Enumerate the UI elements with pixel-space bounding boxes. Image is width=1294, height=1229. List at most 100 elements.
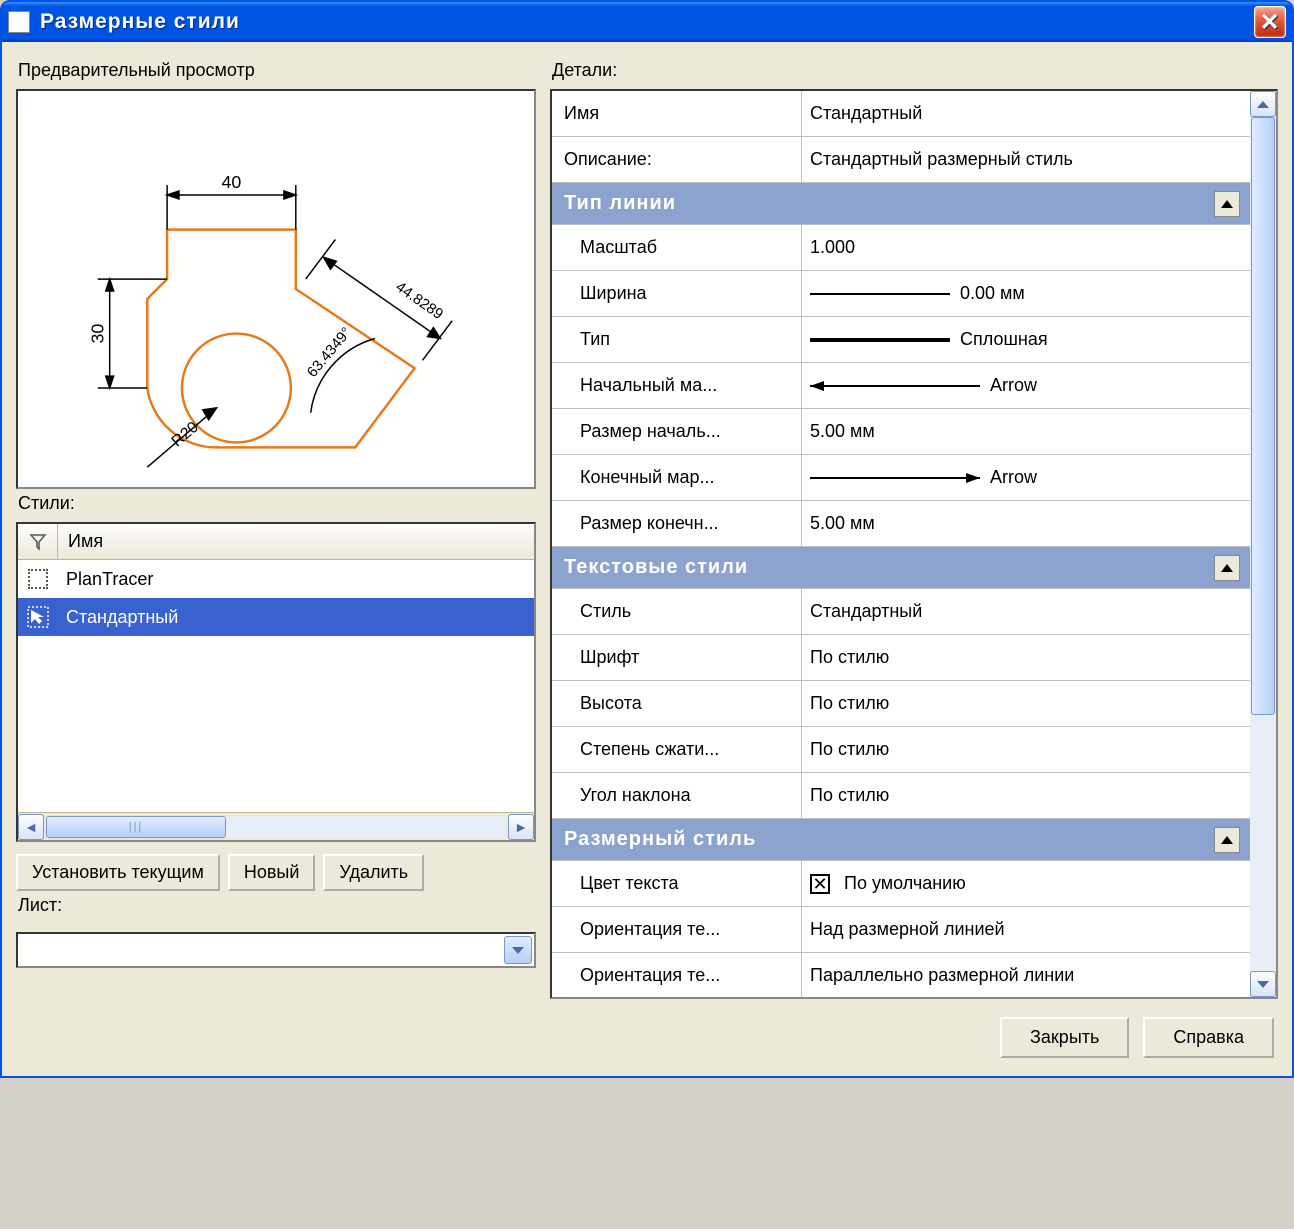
horizontal-scrollbar[interactable]: ◄ ► <box>18 812 534 840</box>
list-item-label: Стандартный <box>58 607 178 628</box>
property-group-header[interactable]: Тип линии <box>552 183 1250 225</box>
property-row[interactable]: ИмяСтандартный <box>552 91 1250 137</box>
property-group-header[interactable]: Размерный стиль <box>552 819 1250 861</box>
property-value[interactable]: ✕По умолчанию <box>802 861 1250 906</box>
property-row[interactable]: Начальный ма...Arrow <box>552 363 1250 409</box>
scroll-up-button[interactable] <box>1250 91 1276 117</box>
styles-list: Имя PlanTracer Стандартный ◄ <box>16 522 536 842</box>
titlebar[interactable]: Размерные стили ✕ <box>2 2 1292 42</box>
chevron-down-icon[interactable] <box>504 936 532 964</box>
close-button[interactable]: Закрыть <box>1000 1017 1129 1058</box>
property-row[interactable]: Ширина0.00 мм <box>552 271 1250 317</box>
set-current-button[interactable]: Установить текущим <box>16 854 220 891</box>
filter-icon[interactable] <box>18 524 58 559</box>
property-value[interactable]: По стилю <box>802 773 1250 818</box>
list-header[interactable]: Имя <box>18 524 534 560</box>
property-value[interactable]: 5.00 мм <box>802 409 1250 454</box>
property-value[interactable]: 5.00 мм <box>802 501 1250 546</box>
style-icon <box>18 606 58 628</box>
property-row[interactable]: ШрифтПо стилю <box>552 635 1250 681</box>
scroll-thumb[interactable] <box>1251 117 1275 715</box>
property-name: Начальный ма... <box>552 363 802 408</box>
details-label: Детали: <box>552 60 1278 81</box>
close-icon[interactable]: ✕ <box>1254 6 1286 38</box>
arrow-sample-icon <box>810 471 980 485</box>
window-title: Размерные стили <box>40 10 240 34</box>
property-name: Ширина <box>552 271 802 316</box>
property-value[interactable]: 1.000 <box>802 225 1250 270</box>
vertical-scrollbar[interactable] <box>1250 91 1276 997</box>
scroll-right-button[interactable]: ► <box>508 814 534 840</box>
property-row[interactable]: Масштаб1.000 <box>552 225 1250 271</box>
column-name[interactable]: Имя <box>58 531 534 552</box>
property-name: Размер началь... <box>552 409 802 454</box>
property-name: Угол наклона <box>552 773 802 818</box>
property-value[interactable]: Над размерной линией <box>802 907 1250 952</box>
property-value[interactable]: Стандартный <box>802 589 1250 634</box>
property-name: Описание: <box>552 137 802 182</box>
group-label: Текстовые стили <box>552 547 1214 588</box>
property-name: Тип <box>552 317 802 362</box>
list-item[interactable]: PlanTracer <box>18 560 534 598</box>
scroll-thumb[interactable] <box>46 816 226 838</box>
style-icon <box>18 569 58 589</box>
arrow-sample-icon <box>810 379 980 393</box>
property-row[interactable]: Ориентация те...Параллельно размерной ли… <box>552 953 1250 999</box>
help-button[interactable]: Справка <box>1143 1017 1274 1058</box>
property-name: Шрифт <box>552 635 802 680</box>
property-name: Ориентация те... <box>552 953 802 998</box>
property-value[interactable]: Стандартный <box>802 91 1250 136</box>
list-item-label: PlanTracer <box>58 569 153 590</box>
collapse-icon[interactable] <box>1214 555 1240 581</box>
sheet-label: Лист: <box>18 895 536 916</box>
property-name: Ориентация те... <box>552 907 802 952</box>
line-sample-icon <box>810 293 950 295</box>
dim-left: 30 <box>88 324 108 344</box>
property-row[interactable]: Ориентация те...Над размерной линией <box>552 907 1250 953</box>
app-icon <box>8 11 30 33</box>
delete-button[interactable]: Удалить <box>323 854 424 891</box>
property-row[interactable]: СтильСтандартный <box>552 589 1250 635</box>
property-group-header[interactable]: Текстовые стили <box>552 547 1250 589</box>
property-value[interactable]: Параллельно размерной линии <box>802 953 1250 998</box>
property-name: Масштаб <box>552 225 802 270</box>
property-name: Имя <box>552 91 802 136</box>
property-row[interactable]: Цвет текста✕По умолчанию <box>552 861 1250 907</box>
property-value[interactable]: Arrow <box>802 363 1250 408</box>
line-sample-icon <box>810 338 950 342</box>
details-property-grid: ИмяСтандартныйОписание:Стандартный разме… <box>550 89 1278 999</box>
dimension-styles-dialog: Размерные стили ✕ Предварительный просмо… <box>0 0 1294 1078</box>
scroll-down-button[interactable] <box>1250 971 1276 997</box>
property-value[interactable]: По стилю <box>802 681 1250 726</box>
dim-top: 40 <box>222 172 242 192</box>
scroll-left-button[interactable]: ◄ <box>18 814 44 840</box>
property-row[interactable]: Конечный мар...Arrow <box>552 455 1250 501</box>
preview-label: Предварительный просмотр <box>18 60 536 81</box>
property-row[interactable]: Описание:Стандартный размерный стиль <box>552 137 1250 183</box>
scroll-track[interactable] <box>1250 117 1276 971</box>
property-value[interactable]: 0.00 мм <box>802 271 1250 316</box>
property-row[interactable]: Размер началь...5.00 мм <box>552 409 1250 455</box>
property-value[interactable]: Стандартный размерный стиль <box>802 137 1250 182</box>
dim-angle: 63.4349° <box>304 325 355 381</box>
styles-label: Стили: <box>18 493 536 514</box>
property-name: Стиль <box>552 589 802 634</box>
property-value[interactable]: Сплошная <box>802 317 1250 362</box>
new-button[interactable]: Новый <box>228 854 316 891</box>
scroll-track[interactable] <box>46 816 506 838</box>
list-item[interactable]: Стандартный <box>18 598 534 636</box>
property-name: Цвет текста <box>552 861 802 906</box>
property-value[interactable]: Arrow <box>802 455 1250 500</box>
property-value[interactable]: По стилю <box>802 727 1250 772</box>
property-row[interactable]: Размер конечн...5.00 мм <box>552 501 1250 547</box>
property-value[interactable]: По стилю <box>802 635 1250 680</box>
property-name: Степень сжати... <box>552 727 802 772</box>
sheet-dropdown[interactable] <box>16 932 536 968</box>
property-row[interactable]: Угол наклонаПо стилю <box>552 773 1250 819</box>
preview-box: 40 30 R20 63.4349° <box>16 89 536 489</box>
collapse-icon[interactable] <box>1214 191 1240 217</box>
collapse-icon[interactable] <box>1214 827 1240 853</box>
property-row[interactable]: Степень сжати...По стилю <box>552 727 1250 773</box>
property-row[interactable]: ВысотаПо стилю <box>552 681 1250 727</box>
property-row[interactable]: ТипСплошная <box>552 317 1250 363</box>
